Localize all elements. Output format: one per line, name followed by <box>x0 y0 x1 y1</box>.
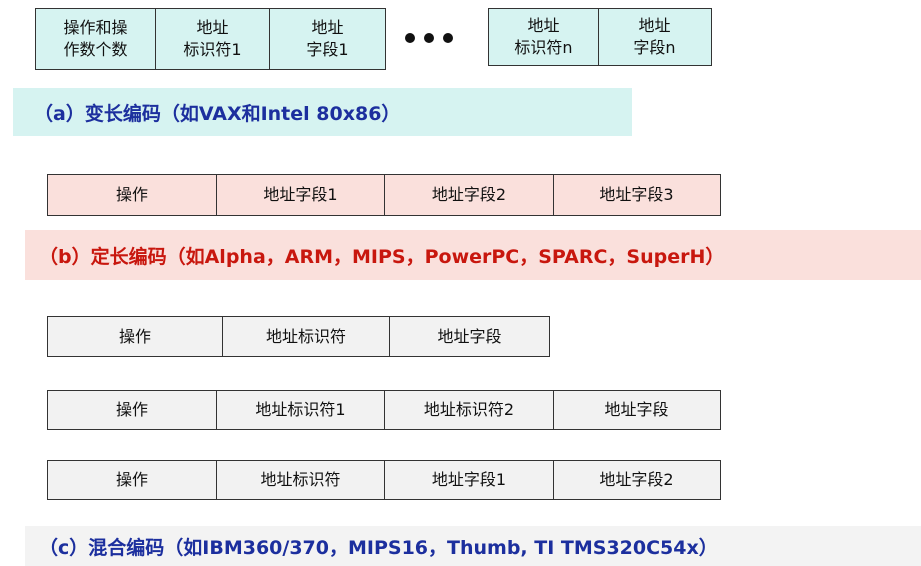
op-and-operand-count-field: 操作和操 作数个数 <box>35 8 156 70</box>
variable-format-right: 地址 标识符n 地址 字段n <box>488 8 712 66</box>
opcode-field: 操作 <box>47 390 217 430</box>
caption-fixed: （b）定长编码（如Alpha，ARM，MIPS，PowerPC，SPARC，Su… <box>25 230 921 280</box>
variable-format-left: 操作和操 作数个数 地址 标识符1 地址 字段1 <box>35 8 386 70</box>
hybrid-format-1: 操作 地址标识符 地址字段 <box>47 316 550 357</box>
address-field-1: 地址字段1 <box>215 174 386 216</box>
ellipsis-dot <box>405 33 415 43</box>
ellipsis-dot <box>443 33 453 43</box>
caption-hybrid: （c）混合编码（如IBM360/370，MIPS16，Thumb, TI TMS… <box>25 526 921 566</box>
opcode-field: 操作 <box>47 460 217 500</box>
address-specifier-n-field: 地址 标识符n <box>488 8 599 66</box>
ellipsis-icon <box>405 33 453 43</box>
address-field-3: 地址字段3 <box>552 174 721 216</box>
address-specifier-field: 地址标识符 <box>215 460 386 500</box>
address-field: 地址字段 <box>389 316 550 357</box>
address-field-2: 地址字段2 <box>552 460 721 500</box>
address-specifier-1-field: 地址 标识符1 <box>154 8 271 70</box>
address-specifier-field: 地址标识符 <box>221 316 391 357</box>
hybrid-format-3: 操作 地址标识符 地址字段1 地址字段2 <box>47 460 721 500</box>
caption-variable: （a）变长编码（如VAX和Intel 80x86） <box>13 88 632 136</box>
address-field-1: 地址 字段1 <box>269 8 386 70</box>
address-specifier-1-field: 地址标识符1 <box>215 390 386 430</box>
address-specifier-2-field: 地址标识符2 <box>384 390 554 430</box>
address-field-1: 地址字段1 <box>384 460 554 500</box>
hybrid-format-2: 操作 地址标识符1 地址标识符2 地址字段 <box>47 390 721 430</box>
address-field: 地址字段 <box>552 390 721 430</box>
address-field-2: 地址字段2 <box>384 174 554 216</box>
opcode-field: 操作 <box>47 316 223 357</box>
fixed-format: 操作 地址字段1 地址字段2 地址字段3 <box>47 174 721 216</box>
address-field-n: 地址 字段n <box>597 8 712 66</box>
ellipsis-dot <box>424 33 434 43</box>
opcode-field: 操作 <box>47 174 217 216</box>
